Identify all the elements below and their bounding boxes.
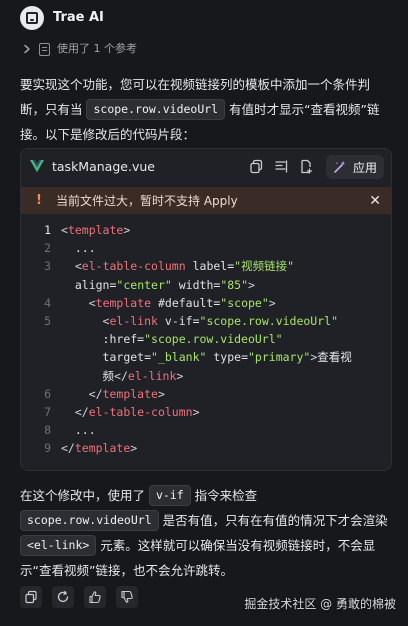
apply-label: 应用 (352, 160, 377, 175)
warning-icon: ! (36, 193, 42, 208)
regenerate-button[interactable] (52, 586, 74, 608)
line-number: 1 (44, 223, 51, 237)
line-number: 6 (44, 386, 51, 401)
inline-code-videourl: scope.row.videoUrl (86, 99, 226, 120)
line-number: 3 (44, 259, 51, 274)
line-number: 5 (44, 313, 51, 328)
code-line: 8 ... (21, 421, 391, 439)
inline-code-videourl-2: scope.row.videoUrl (20, 510, 159, 531)
code-line: 6 </template> (21, 385, 391, 403)
code-text: 频</el-link> (61, 368, 184, 383)
code-line: 5 <el-link v-if="scope.row.videoUrl" (21, 312, 391, 330)
line-number: 8 (44, 423, 51, 438)
code-line: align="center" width="85"> (21, 276, 391, 294)
copy-message-button[interactable] (20, 586, 42, 608)
code-line: 4 <template #default="scope"> (21, 294, 391, 312)
intro-paragraph: 要实现这个功能，您可以在视频链接列的模板中添加一个条件判断，只有当 scope.… (20, 72, 392, 147)
assistant-title: Trae AI (53, 10, 104, 25)
thumbs-up-icon (89, 591, 101, 604)
message-actions (20, 586, 138, 608)
references-toggle[interactable]: 使用了 1 个参考 (22, 41, 137, 57)
file-name: taskManage.vue (52, 159, 155, 174)
code-card: taskManage.vue 应用 ! 当前文件过大，暂时不支持 Apply ✕… (20, 148, 392, 471)
references-label: 使用了 1 个参考 (57, 42, 137, 55)
copy-icon (25, 590, 37, 604)
code-line: 2 ... (21, 239, 391, 257)
thumbs-up-button[interactable] (84, 586, 106, 608)
code-text: </template> (61, 441, 138, 456)
line-number: 7 (44, 404, 51, 419)
code-text: </el-table-column> (74, 404, 200, 419)
refresh-icon (57, 590, 69, 603)
code-text: :href="scope.row.videoUrl" (102, 332, 283, 347)
line-number: 4 (44, 295, 51, 310)
line-number: 9 (44, 441, 51, 456)
file-too-large-warning: ! 当前文件过大，暂时不支持 Apply ✕ (21, 187, 391, 214)
copy-icon[interactable] (249, 159, 264, 174)
code-line: 频</el-link> (21, 367, 391, 385)
code-block: 1 <template> 2 ... 3 <el-table-column label… (21, 221, 391, 457)
outro-text-3: 是否有值，只有在有值的情况下才会渲染 (158, 513, 388, 528)
close-icon[interactable]: ✕ (369, 193, 381, 209)
line-number: 2 (44, 241, 51, 256)
apply-button[interactable]: 应用 (326, 155, 384, 179)
code-line: :href="scope.row.videoUrl" (21, 330, 391, 348)
code-card-header: taskManage.vue 应用 (21, 149, 391, 185)
code-line: 1 <template> (21, 221, 391, 239)
watermark: 掘金技术社区 @ 勇敢的棉被 (244, 597, 396, 611)
chevron-right-icon (24, 44, 30, 54)
outro-paragraph: 在这个修改中，使用了 v-if 指令来检查 scope.row.videoUrl … (20, 483, 392, 583)
code-line: 7 </el-table-column> (21, 403, 391, 421)
code-text: align="center" width="85"> (74, 277, 255, 292)
document-icon (39, 42, 50, 56)
code-text: ... (61, 241, 96, 256)
code-text: <template> (61, 223, 131, 237)
insert-code-icon[interactable] (274, 159, 289, 174)
code-line: 9 </template> (21, 439, 391, 457)
outro-text-2: 指令来检查 (190, 488, 258, 503)
inline-code-el-link: <el-link> (20, 535, 97, 556)
new-file-icon[interactable] (299, 159, 314, 174)
magic-wand-icon (334, 161, 346, 173)
code-text: </template> (88, 386, 165, 401)
code-line: target="_blank" type="primary">查看视 (21, 348, 391, 366)
code-text: target="_blank" type="primary">查看视 (102, 350, 352, 365)
code-text: ... (61, 423, 96, 438)
vue-icon (30, 160, 44, 173)
thumbs-down-button[interactable] (116, 586, 138, 608)
code-text: <el-table-column label="视频链接" (74, 259, 295, 274)
thumbs-down-icon (121, 590, 133, 603)
outro-text-1: 在这个修改中，使用了 (20, 488, 149, 503)
code-line: 3 <el-table-column label="视频链接" (21, 257, 391, 275)
warning-text: 当前文件过大，暂时不支持 Apply (56, 194, 238, 208)
code-text: <el-link v-if="scope.row.videoUrl" (102, 313, 339, 328)
trae-avatar-icon (20, 6, 44, 30)
code-text: <template #default="scope"> (88, 295, 276, 310)
inline-code-vif: v-if (148, 485, 191, 506)
